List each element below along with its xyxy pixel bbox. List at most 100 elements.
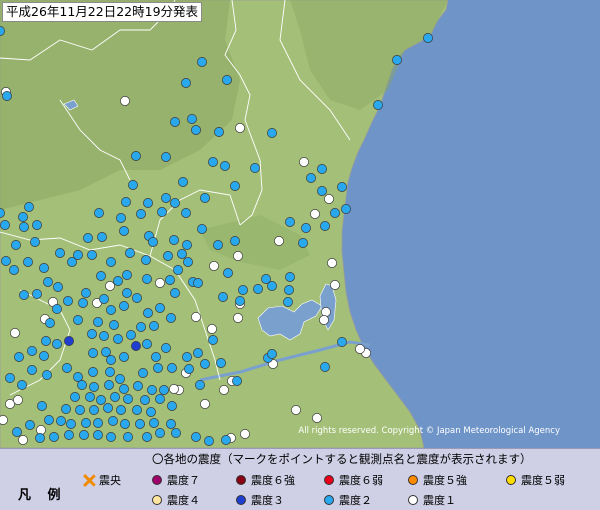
- station-marker-intensity-2[interactable]: [167, 401, 177, 411]
- station-marker-intensity-2[interactable]: [89, 382, 99, 392]
- station-marker-intensity-2[interactable]: [238, 285, 248, 295]
- station-marker-intensity-2[interactable]: [81, 418, 91, 428]
- station-marker-intensity-3[interactable]: [131, 341, 141, 351]
- station-marker-intensity-2[interactable]: [155, 394, 165, 404]
- station-marker-intensity-2[interactable]: [79, 430, 89, 440]
- station-marker-intensity-2[interactable]: [49, 432, 59, 442]
- station-marker-intensity-2[interactable]: [39, 351, 49, 361]
- station-marker-intensity-2[interactable]: [200, 359, 210, 369]
- station-marker-intensity-2[interactable]: [62, 363, 72, 373]
- station-marker-intensity-1[interactable]: [219, 385, 229, 395]
- station-marker-intensity-1[interactable]: [330, 280, 340, 290]
- station-marker-intensity-2[interactable]: [128, 180, 138, 190]
- station-marker-intensity-1[interactable]: [105, 281, 115, 291]
- station-marker-intensity-2[interactable]: [104, 380, 114, 390]
- station-marker-intensity-2[interactable]: [298, 238, 308, 248]
- station-marker-intensity-2[interactable]: [94, 208, 104, 218]
- station-marker-intensity-2[interactable]: [113, 334, 123, 344]
- station-marker-intensity-2[interactable]: [116, 213, 126, 223]
- station-marker-intensity-2[interactable]: [161, 343, 171, 353]
- station-marker-intensity-2[interactable]: [87, 250, 97, 260]
- station-marker-intensity-1[interactable]: [155, 278, 165, 288]
- station-marker-intensity-2[interactable]: [147, 385, 157, 395]
- station-marker-intensity-2[interactable]: [37, 401, 47, 411]
- station-marker-intensity-1[interactable]: [18, 435, 28, 445]
- station-marker-intensity-1[interactable]: [233, 313, 243, 323]
- station-marker-intensity-2[interactable]: [320, 221, 330, 231]
- station-marker-intensity-2[interactable]: [148, 237, 158, 247]
- station-marker-intensity-2[interactable]: [96, 395, 106, 405]
- station-marker-intensity-2[interactable]: [182, 352, 192, 362]
- station-marker-intensity-2[interactable]: [193, 278, 203, 288]
- station-marker-intensity-2[interactable]: [61, 404, 71, 414]
- station-marker-intensity-2[interactable]: [191, 125, 201, 135]
- station-marker-intensity-2[interactable]: [52, 304, 62, 314]
- station-marker-intensity-1[interactable]: [355, 344, 365, 354]
- station-marker-intensity-2[interactable]: [208, 335, 218, 345]
- station-marker-intensity-2[interactable]: [285, 217, 295, 227]
- station-marker-intensity-2[interactable]: [11, 240, 21, 250]
- station-marker-intensity-2[interactable]: [2, 91, 12, 101]
- station-marker-intensity-2[interactable]: [81, 288, 91, 298]
- station-marker-intensity-2[interactable]: [35, 433, 45, 443]
- station-marker-intensity-2[interactable]: [337, 182, 347, 192]
- station-marker-intensity-2[interactable]: [136, 209, 146, 219]
- station-marker-intensity-1[interactable]: [233, 251, 243, 261]
- station-marker-intensity-2[interactable]: [218, 292, 228, 302]
- station-marker-intensity-2[interactable]: [27, 365, 37, 375]
- station-marker-intensity-2[interactable]: [142, 274, 152, 284]
- station-marker-intensity-1[interactable]: [310, 209, 320, 219]
- station-marker-intensity-2[interactable]: [193, 348, 203, 358]
- station-marker-intensity-2[interactable]: [119, 301, 129, 311]
- station-marker-intensity-1[interactable]: [191, 312, 201, 322]
- station-marker-intensity-1[interactable]: [291, 405, 301, 415]
- station-marker-intensity-2[interactable]: [138, 368, 148, 378]
- station-marker-intensity-2[interactable]: [93, 430, 103, 440]
- station-marker-intensity-2[interactable]: [191, 432, 201, 442]
- station-marker-intensity-1[interactable]: [0, 415, 8, 425]
- station-marker-intensity-1[interactable]: [240, 429, 250, 439]
- station-marker-intensity-2[interactable]: [213, 240, 223, 250]
- station-marker-intensity-2[interactable]: [88, 367, 98, 377]
- station-marker-intensity-2[interactable]: [170, 117, 180, 127]
- station-marker-intensity-2[interactable]: [253, 284, 263, 294]
- station-marker-intensity-2[interactable]: [103, 403, 113, 413]
- station-marker-intensity-2[interactable]: [32, 220, 42, 230]
- station-marker-intensity-2[interactable]: [23, 257, 33, 267]
- station-marker-intensity-2[interactable]: [214, 127, 224, 137]
- station-marker-intensity-2[interactable]: [163, 251, 173, 261]
- station-marker-intensity-2[interactable]: [161, 152, 171, 162]
- station-marker-intensity-2[interactable]: [17, 380, 27, 390]
- station-marker-intensity-2[interactable]: [181, 208, 191, 218]
- station-marker-intensity-2[interactable]: [165, 275, 175, 285]
- station-marker-intensity-2[interactable]: [155, 303, 165, 313]
- station-marker-intensity-1[interactable]: [319, 315, 329, 325]
- station-marker-intensity-2[interactable]: [285, 272, 295, 282]
- station-marker-intensity-2[interactable]: [106, 432, 116, 442]
- station-marker-intensity-2[interactable]: [235, 296, 245, 306]
- station-marker-intensity-2[interactable]: [131, 151, 141, 161]
- station-marker-intensity-2[interactable]: [119, 226, 129, 236]
- station-marker-intensity-2[interactable]: [97, 232, 107, 242]
- station-marker-intensity-2[interactable]: [216, 358, 226, 368]
- station-marker-intensity-2[interactable]: [220, 161, 230, 171]
- station-marker-intensity-2[interactable]: [119, 384, 129, 394]
- station-marker-intensity-2[interactable]: [132, 405, 142, 415]
- station-marker-intensity-2[interactable]: [66, 419, 76, 429]
- station-marker-intensity-2[interactable]: [9, 265, 19, 275]
- station-marker-intensity-2[interactable]: [12, 427, 22, 437]
- station-marker-intensity-2[interactable]: [177, 249, 187, 259]
- station-marker-intensity-1[interactable]: [209, 261, 219, 271]
- station-marker-intensity-2[interactable]: [135, 419, 145, 429]
- station-marker-intensity-2[interactable]: [106, 257, 116, 267]
- station-marker-intensity-2[interactable]: [337, 337, 347, 347]
- station-marker-intensity-2[interactable]: [306, 173, 316, 183]
- station-marker-intensity-2[interactable]: [96, 271, 106, 281]
- station-marker-intensity-2[interactable]: [101, 347, 111, 357]
- station-marker-intensity-2[interactable]: [106, 355, 116, 365]
- station-marker-intensity-2[interactable]: [78, 298, 88, 308]
- station-marker-intensity-2[interactable]: [146, 407, 156, 417]
- station-marker-intensity-2[interactable]: [155, 428, 165, 438]
- station-marker-intensity-2[interactable]: [133, 381, 143, 391]
- station-marker-intensity-2[interactable]: [19, 222, 29, 232]
